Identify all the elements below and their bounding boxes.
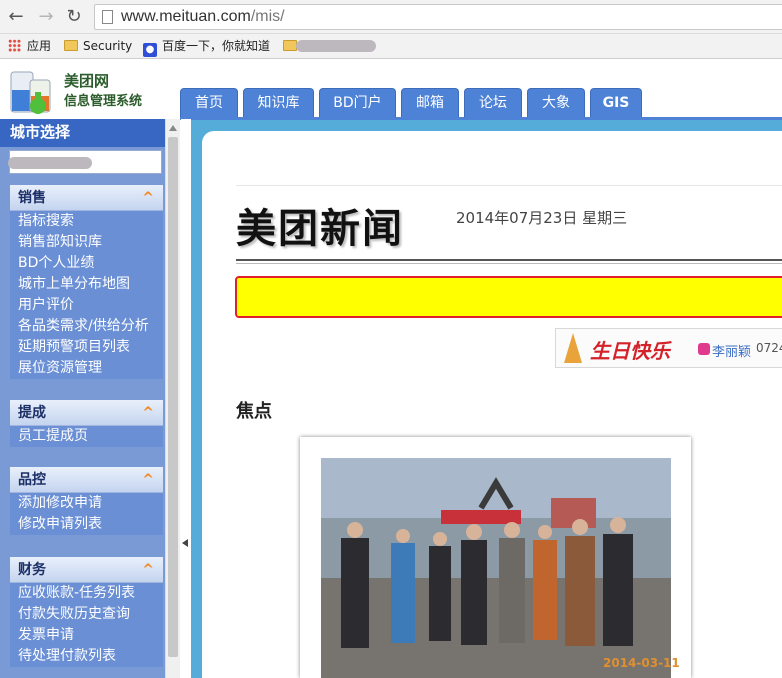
tab-daxiang[interactable]: 大象 xyxy=(527,88,585,118)
sidebar-item[interactable]: 指标搜索 xyxy=(10,211,163,232)
birthday-banner[interactable]: 生日快乐 李丽颖 0724 xyxy=(555,328,782,368)
chevron-up-icon[interactable]: ^ xyxy=(142,557,154,583)
sidebar-scrollbar[interactable] xyxy=(165,119,180,678)
reload-icon[interactable]: ↻ xyxy=(64,6,84,28)
sidebar-item[interactable]: 应收账款-任务列表 xyxy=(10,583,163,604)
chevron-up-icon[interactable]: ^ xyxy=(142,400,154,426)
sidebar-item[interactable]: BD个人业绩 xyxy=(10,253,163,274)
chevron-up-icon[interactable]: ^ xyxy=(142,185,154,211)
section-header[interactable]: 提成 ^ xyxy=(10,400,163,426)
scrollbar-thumb[interactable] xyxy=(168,137,178,657)
flask-logo-icon xyxy=(10,71,51,114)
sidebar-item[interactable]: 添加修改申请 xyxy=(10,493,163,514)
sidebar-item[interactable]: 城市上单分布地图 xyxy=(10,274,163,295)
focus-title: 焦点 xyxy=(236,401,272,422)
address-bar[interactable]: www.meituan.com/mis/ xyxy=(94,4,782,30)
divider xyxy=(236,185,782,186)
sidebar-item[interactable]: 各品类需求/供给分析 xyxy=(10,316,163,337)
redacted-city xyxy=(8,157,92,169)
site-title: 美团网 xyxy=(64,72,110,90)
section-header[interactable]: 财务 ^ xyxy=(10,557,163,583)
address-url: www.meituan.com/mis/ xyxy=(121,8,285,25)
chevron-up-icon[interactable]: ^ xyxy=(142,467,154,493)
page-icon xyxy=(102,10,113,24)
baidu-paw-icon: ● xyxy=(143,43,157,57)
bookmark-apps[interactable]: 应用 xyxy=(8,38,51,55)
section-header[interactable]: 品控 ^ xyxy=(10,467,163,493)
notice-bar xyxy=(235,276,782,318)
flower-icon xyxy=(698,343,710,355)
sidebar-section-quality: 品控 ^ 添加修改申请 修改申请列表 xyxy=(10,467,163,535)
back-arrow-icon[interactable]: ← xyxy=(6,6,26,28)
bookmarks-bar: 应用 Security ● 百度一下，你就知道 xyxy=(0,34,782,59)
sidebar-item[interactable]: 延期预警项目列表 xyxy=(10,337,163,358)
city-select-title: 城市选择 xyxy=(0,119,165,147)
folder-icon xyxy=(283,40,297,51)
sidebar-item[interactable]: 员工提成页 xyxy=(10,426,163,447)
divider xyxy=(236,263,782,264)
photo-date: 2014-03-11 xyxy=(603,656,680,670)
collapse-left-icon[interactable] xyxy=(182,539,188,547)
tab-knowledge[interactable]: 知识库 xyxy=(243,88,314,118)
bookmark-security[interactable]: Security xyxy=(64,38,132,55)
forward-arrow-icon[interactable]: → xyxy=(36,6,56,28)
sidebar-section-finance: 财务 ^ 应收账款-任务列表 付款失败历史查询 发票申请 待处理付款列表 xyxy=(10,557,163,667)
apps-grid-icon xyxy=(8,39,21,52)
folder-icon xyxy=(64,40,78,51)
city-select-input[interactable] xyxy=(8,150,162,174)
scroll-up-arrow-icon[interactable] xyxy=(169,125,177,131)
tab-gis[interactable]: GIS xyxy=(590,88,642,118)
site-subtitle: 信息管理系统 xyxy=(64,94,143,109)
sidebar-collapse-handle[interactable] xyxy=(181,119,191,678)
sidebar-item[interactable]: 待处理付款列表 xyxy=(10,646,163,667)
sidebar-item[interactable]: 销售部知识库 xyxy=(10,232,163,253)
sidebar-item[interactable]: 修改申请列表 xyxy=(10,514,163,535)
sidebar-section-commission: 提成 ^ 员工提成页 xyxy=(10,400,163,447)
party-hat-icon xyxy=(564,333,582,363)
sidebar-item[interactable]: 付款失败历史查询 xyxy=(10,604,163,625)
browser-toolbar: ← → ↻ www.meituan.com/mis/ xyxy=(0,0,782,34)
sidebar-section-sales: 销售 ^ 指标搜索 销售部知识库 BD个人业绩 城市上单分布地图 用户评价 各品类… xyxy=(10,185,163,379)
tab-mail[interactable]: 邮箱 xyxy=(401,88,459,118)
birthday-person[interactable]: 李丽颖 xyxy=(712,341,751,360)
section-header[interactable]: 销售 ^ xyxy=(10,185,163,211)
divider xyxy=(236,259,782,261)
tab-home[interactable]: 首页 xyxy=(180,88,238,118)
team-photo[interactable] xyxy=(321,458,671,678)
sidebar-item[interactable]: 发票申请 xyxy=(10,625,163,646)
sidebar-item[interactable]: 用户评价 xyxy=(10,295,163,316)
news-title: 美团新闻 xyxy=(236,205,404,252)
sidebar-item[interactable]: 展位资源管理 xyxy=(10,358,163,379)
birthday-text: 生日快乐 xyxy=(590,339,670,363)
news-date: 2014年07月23日 星期三 xyxy=(456,209,628,227)
tab-forum[interactable]: 论坛 xyxy=(464,88,522,118)
birthday-code: 0724 xyxy=(756,341,782,355)
bookmark-baidu[interactable]: ● 百度一下，你就知道 xyxy=(143,38,270,57)
sidebar: 城市选择 销售 ^ 指标搜索 销售部知识库 BD个人业绩 城市上单分布地图 用户评… xyxy=(0,119,165,678)
tab-bd-portal[interactable]: BD门户 xyxy=(319,88,396,118)
redacted-bookmark xyxy=(296,40,376,52)
